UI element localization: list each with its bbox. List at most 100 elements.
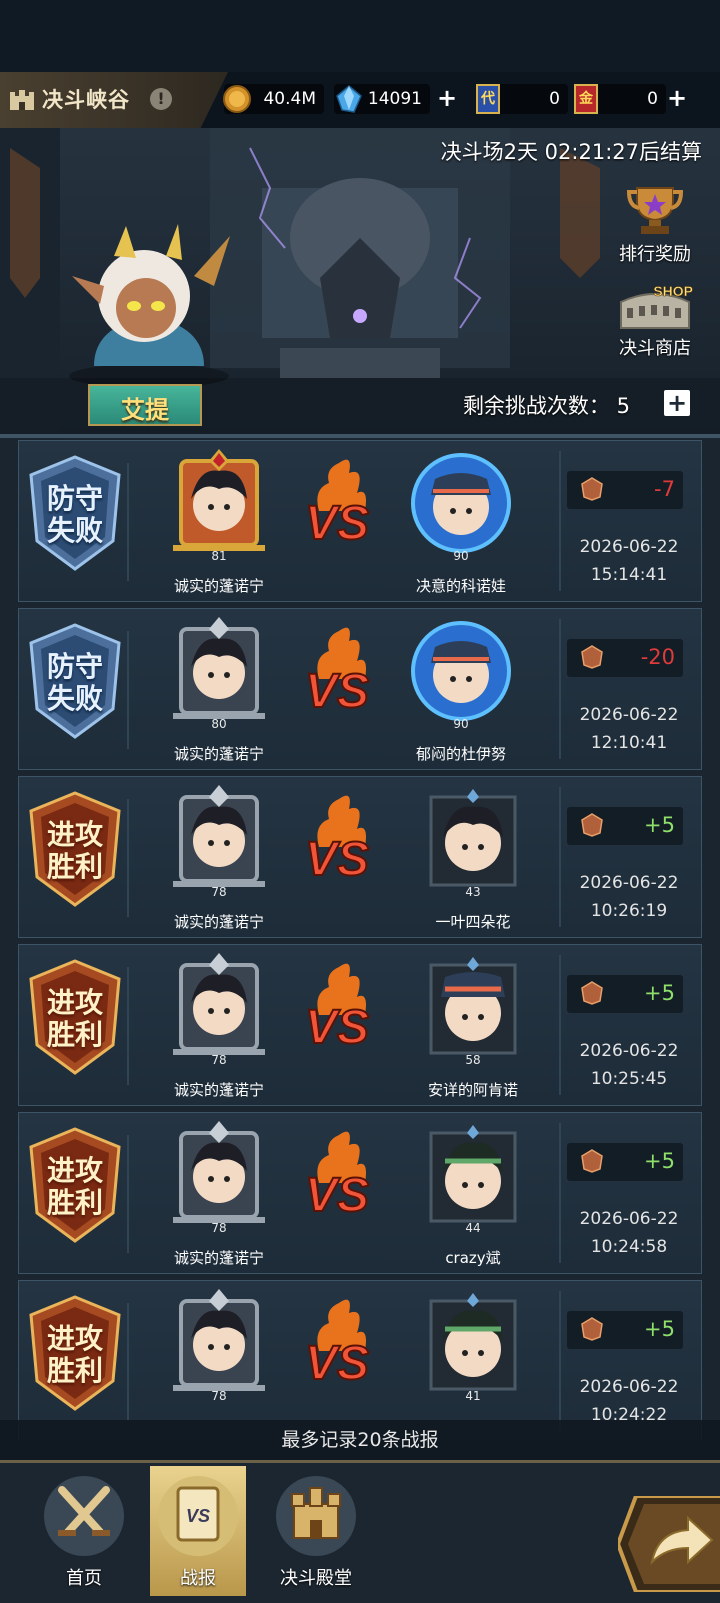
- attack-win-badge: 进攻 胜利: [21, 1293, 129, 1413]
- column-separator: [559, 787, 561, 927]
- attack-win-badge: 进攻 胜利: [21, 1125, 129, 1245]
- opponent-level: 41: [465, 1389, 481, 1403]
- score-change-box: -7: [567, 471, 683, 509]
- battle-record-row[interactable]: 进攻 胜利 78 VS 41 +5 2026-06-22 10:24:22: [18, 1280, 702, 1440]
- my-player-name: 诚实的蓬诺宁: [173, 913, 264, 931]
- record-time: 10:26:19: [590, 901, 668, 921]
- my-player-name: 诚实的蓬诺宁: [173, 577, 264, 595]
- vs-text: VS: [305, 1001, 369, 1054]
- badge-line1: 进攻: [46, 1154, 103, 1187]
- forward-arrow-button[interactable]: [618, 1496, 720, 1592]
- hero-name-plate: 艾提: [88, 384, 202, 426]
- blue-ticket-icon: 代: [476, 84, 500, 114]
- my-level: 78: [211, 885, 227, 899]
- shop-badge: SHOP: [653, 283, 693, 299]
- nav-home[interactable]: 首页: [36, 1466, 132, 1596]
- add-ticket-button[interactable]: +: [666, 86, 688, 110]
- score-change-value: +5: [644, 981, 675, 1005]
- arena-shop-button[interactable]: SHOP 决斗商店: [610, 282, 700, 360]
- medal-icon: [581, 1317, 603, 1341]
- defense-fail-badge: 防守 失败: [21, 453, 129, 573]
- vs-text: VS: [305, 1169, 369, 1222]
- badge-line2: 失败: [46, 682, 103, 715]
- battle-record-list[interactable]: 防守 失败 81 诚实的蓬诺宁 VS 90 决意的科诺娃 -7 2026-06-…: [0, 438, 720, 1440]
- record-time: 10:24:58: [590, 1237, 668, 1257]
- record-date: 2026-06-22: [579, 1041, 679, 1061]
- hero-name: 艾提: [121, 396, 169, 424]
- record-date: 2026-06-22: [579, 873, 679, 893]
- my-avatar-silver-frame: [173, 785, 265, 887]
- score-change-value: +5: [644, 1149, 675, 1173]
- battle-record-row[interactable]: 进攻 胜利 78 诚实的蓬诺宁 VS 58 安详的阿肯诺 +5 2026-06-…: [18, 944, 702, 1106]
- column-separator: [559, 1123, 561, 1263]
- medal-icon: [581, 813, 603, 837]
- score-change-box: +5: [567, 1311, 683, 1349]
- my-avatar-gold-frame: [173, 449, 265, 551]
- opponent-level: 90: [453, 717, 469, 731]
- score-change-value: -7: [654, 477, 675, 501]
- remaining-challenges: 剩余挑战次数： 5: [463, 390, 630, 420]
- info-icon[interactable]: !: [150, 88, 172, 110]
- badge-line1: 防守: [46, 482, 103, 515]
- opponent-avatar-plain-frame: [429, 789, 517, 887]
- my-level: 78: [211, 1221, 227, 1235]
- my-avatar-silver-frame: [173, 953, 265, 1055]
- opponent-level: 90: [453, 549, 469, 563]
- gold-coin-icon: [223, 85, 251, 113]
- badge-line1: 进攻: [46, 986, 103, 1019]
- nav-home-label: 首页: [66, 1568, 102, 1589]
- badge-line2: 失败: [46, 514, 103, 547]
- defense-fail-badge: 防守 失败: [21, 621, 129, 741]
- column-separator: [127, 463, 129, 581]
- trophy-icon: [626, 187, 684, 234]
- page-title: 决斗峡谷: [42, 88, 130, 112]
- attack-win-badge: 进攻 胜利: [21, 789, 129, 909]
- score-change-box: +5: [567, 807, 683, 845]
- medal-icon: [581, 1149, 603, 1173]
- my-avatar-silver-frame: [173, 1121, 265, 1223]
- add-crystal-button[interactable]: +: [436, 86, 458, 110]
- record-limit-text: 最多记录20条战报: [281, 1429, 439, 1451]
- red-ticket-icon: 金: [574, 84, 598, 114]
- opponent-name: crazy斌: [445, 1249, 501, 1267]
- my-player-name: 诚实的蓬诺宁: [173, 1249, 264, 1267]
- status-area: [0, 0, 720, 72]
- badge-line2: 胜利: [46, 1354, 103, 1387]
- my-level: 80: [211, 717, 227, 731]
- vs-text: VS: [305, 833, 369, 886]
- vs-text: VS: [305, 665, 369, 718]
- column-separator: [127, 631, 129, 749]
- hero-portrait: [69, 224, 230, 386]
- vs-icon: VS: [304, 627, 370, 719]
- medal-icon: [581, 645, 603, 669]
- vs-icon: VS: [304, 963, 370, 1055]
- record-date: 2026-06-22: [579, 537, 679, 557]
- nav-duel-hall[interactable]: 决斗殿堂: [268, 1466, 364, 1596]
- vs-icon: VS: [304, 459, 370, 551]
- vs-text: VS: [305, 1337, 369, 1390]
- crystal-icon: [336, 85, 362, 113]
- record-limit-note: 最多记录20条战报: [0, 1420, 720, 1460]
- scroll-icon: VS: [176, 1486, 220, 1542]
- vs-text: VS: [305, 497, 369, 550]
- add-challenges-button[interactable]: +: [664, 390, 690, 416]
- rank-rewards-button[interactable]: 排行奖励: [610, 184, 700, 266]
- attack-win-badge: 进攻 胜利: [21, 957, 129, 1077]
- record-time: 12:10:41: [590, 733, 668, 753]
- battle-record-row[interactable]: 进攻 胜利 78 诚实的蓬诺宁 VS 43 一叶四朵花 +5 2026-06-2…: [18, 776, 702, 938]
- colosseum-shop-icon: SHOP: [620, 283, 693, 329]
- record-time: 15:14:41: [590, 565, 668, 585]
- badge-line1: 防守: [46, 650, 103, 683]
- battle-record-row[interactable]: 防守 失败 81 诚实的蓬诺宁 VS 90 决意的科诺娃 -7 2026-06-…: [18, 440, 702, 602]
- arena-shop-label: 决斗商店: [619, 338, 691, 359]
- battle-record-row[interactable]: 进攻 胜利 78 诚实的蓬诺宁 VS 44 crazy斌 +5 2026-06-…: [18, 1112, 702, 1274]
- battle-record-row[interactable]: 防守 失败 80 诚实的蓬诺宁 VS 90 郁闷的杜伊努 -20 2026-06…: [18, 608, 702, 770]
- badge-line2: 胜利: [46, 1186, 103, 1219]
- vs-icon: VS: [304, 1131, 370, 1223]
- opponent-level: 44: [465, 1221, 481, 1235]
- castle-hall-icon: [291, 1487, 341, 1539]
- opponent-name: 安详的阿肯诺: [427, 1081, 518, 1099]
- nav-battle-reports[interactable]: VS 战报: [150, 1466, 246, 1596]
- nav-hall-label: 决斗殿堂: [280, 1568, 352, 1589]
- opponent-name: 一叶四朵花: [435, 913, 511, 931]
